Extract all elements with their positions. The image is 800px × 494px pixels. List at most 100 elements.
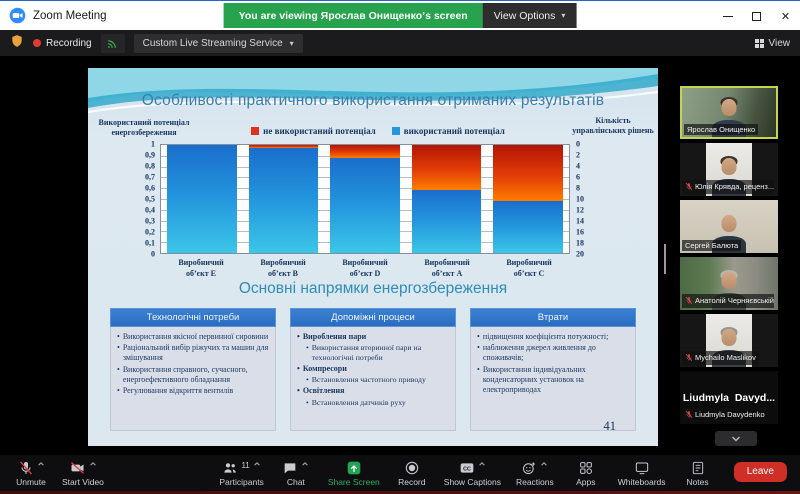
meeting-toolbar: Recording Custom Live Streaming Service … (0, 30, 800, 56)
card-bullet-item: • Регулювання відкриття вентилів (117, 386, 269, 396)
category-label: Виробничий об’єкт D (342, 258, 388, 278)
axis-tick-left: 0,7 (145, 172, 155, 182)
toolbar-button-label: Whiteboards (617, 476, 666, 487)
head (721, 215, 737, 232)
category-label: Виробничий об’єкт А (424, 258, 470, 278)
apps-button[interactable]: Apps (569, 460, 603, 487)
bullet-icon: • (306, 343, 309, 353)
bullet-icon: • (117, 332, 120, 341)
close-button[interactable]: ✕ (771, 1, 800, 31)
reactions-button[interactable]: Reactions (516, 460, 554, 487)
card-header: Технологічні потреби (110, 308, 276, 327)
muted-mic-icon (685, 296, 693, 307)
bullet-icon: • (297, 386, 300, 396)
bullet-icon: • (477, 332, 480, 341)
participants-icon (222, 460, 238, 478)
bullet-icon: • (306, 375, 309, 385)
chevron-up-icon[interactable] (37, 460, 45, 470)
card-body: • Використання якісної первинної сировини… (110, 327, 276, 431)
maximize-icon (752, 11, 761, 21)
directions-cards-row: Технологічні потреби • Використання якісно… (110, 308, 636, 431)
meeting-controls-toolbar: Unmute Start Video 11 Participants Chat Shar… (0, 455, 800, 491)
shared-screen-stage: Особливості практичного використання отр… (0, 56, 672, 455)
head (721, 99, 737, 116)
security-shield-icon[interactable] (10, 34, 24, 53)
axis-tick-right: 14 (576, 216, 584, 226)
axis-tick-left: 0,1 (145, 238, 155, 248)
toolbar-button-label: Share Screen (327, 476, 380, 487)
axis-tick-left: 0 (151, 249, 155, 259)
participant-name: Ярослав Онищенко (687, 124, 756, 134)
panel-resize-handle[interactable] (664, 244, 666, 274)
axis-tick-right: 4 (576, 161, 580, 171)
chart-plot-area (160, 144, 570, 254)
participant-tile-5[interactable]: Mychailo Maslikov (680, 314, 778, 367)
axis-tick-right: 8 (576, 183, 580, 193)
chevron-up-icon[interactable] (301, 460, 309, 470)
participant-tile-4[interactable]: Анатолій Черняєвській (680, 257, 778, 310)
axis-tick-left: 1 (151, 139, 155, 149)
bullet-icon: • (477, 343, 480, 353)
bullet-icon: • (117, 343, 120, 353)
head (721, 272, 737, 289)
share-screen-button[interactable]: Share Screen (328, 460, 380, 487)
reactions-icon (521, 460, 537, 478)
maximize-button[interactable] (742, 1, 771, 31)
axis-tick-right: 12 (576, 205, 584, 215)
participant-tile-6[interactable]: Liudmyla Davyd... Liudmyla Davydenko (680, 371, 778, 424)
bullet-icon: • (117, 364, 120, 374)
viewing-screen-banner: You are viewing Ярослав Онищенко’s scree… (223, 3, 483, 28)
participants-button[interactable]: 11 Participants (219, 460, 263, 487)
chevron-up-icon[interactable] (540, 460, 548, 470)
view-options-button[interactable]: View Options ▾ (482, 3, 577, 28)
card-bullet-item: • підвищення коефіцієнта потужності; (477, 332, 629, 342)
axis-tick-right: 20 (576, 249, 584, 259)
axis-tick-left: 0,8 (145, 161, 155, 171)
legend-item: не використаний потенціал (251, 126, 376, 136)
axis-tick-right: 2 (576, 150, 580, 160)
view-layout-button[interactable]: View (754, 38, 790, 49)
minimize-button[interactable] (713, 1, 742, 31)
slide-title: Особливості практичного використання отр… (141, 92, 605, 109)
card-bullet-item: • Встановлення датчиків руху (306, 398, 449, 408)
start-video-button[interactable]: Start Video (62, 460, 104, 487)
chevron-up-icon[interactable] (478, 460, 486, 470)
participant-tile-3[interactable]: Сергей Балюта (680, 200, 778, 253)
minimize-icon (722, 15, 733, 17)
chevron-up-icon[interactable] (253, 460, 261, 470)
streaming-service-button[interactable]: Custom Live Streaming Service ▾ (133, 33, 303, 53)
record-button[interactable]: Record (395, 460, 429, 487)
left-axis-ticks: 1 0,9 0,8 0,7 0,6 0,5 0,4 0,3 0,2 0,1 0 (130, 140, 160, 259)
axis-tick-left: 0,9 (145, 150, 155, 160)
participant-tile-2[interactable]: Юлія Крявда, реценз... (680, 143, 778, 196)
bullet-icon: • (117, 386, 120, 396)
participant-tile-1[interactable]: Ярослав Онищенко (680, 86, 778, 139)
card-body: • підвищення коефіцієнта потужності; • набл… (470, 327, 636, 431)
category-label: Виробничий об’єкт B (260, 258, 306, 278)
participant-name-label: Юлія Крявда, реценз... (682, 179, 775, 194)
toolbar-button-label: Start Video (62, 476, 104, 487)
card-bullet-item: • Компресори (297, 364, 449, 374)
card-bullet-item: • Використання справного, сучасного, енер… (117, 365, 269, 385)
chevron-down-icon: ▾ (289, 38, 294, 48)
head (721, 329, 737, 346)
stacked-bar-chart: 1 0,9 0,8 0,7 0,6 0,5 0,4 0,3 0,2 0,1 0 0 2 4 6 8 10 12 1… (130, 140, 598, 259)
chevron-up-icon[interactable] (89, 460, 97, 470)
unmute-button[interactable]: Unmute (14, 460, 48, 487)
collapse-panel-button[interactable] (715, 431, 757, 446)
show-captions-button[interactable]: CC Show Captions (444, 460, 501, 487)
axis-tick-right: 16 (576, 227, 584, 237)
participant-name-label: Mychailo Maslikov (682, 350, 759, 365)
toolbar-button-label: Record (398, 476, 426, 487)
apps-icon (578, 460, 594, 478)
participant-name: Юлія Крявда, реценз... (695, 182, 775, 191)
chat-button[interactable]: Chat (279, 460, 313, 487)
participants-count-badge: 11 (241, 460, 250, 470)
card-header: Допоміжні процеси (290, 308, 456, 327)
live-stream-signal-icon (100, 33, 125, 53)
card-bullet-text: Використання вторинної пари на технологі… (311, 343, 422, 363)
notes-button[interactable]: Notes (681, 460, 715, 487)
whiteboards-button[interactable]: Whiteboards (618, 460, 666, 487)
participant-name: Mychailo Maslikov (695, 353, 756, 362)
leave-button[interactable]: Leave (733, 462, 787, 482)
